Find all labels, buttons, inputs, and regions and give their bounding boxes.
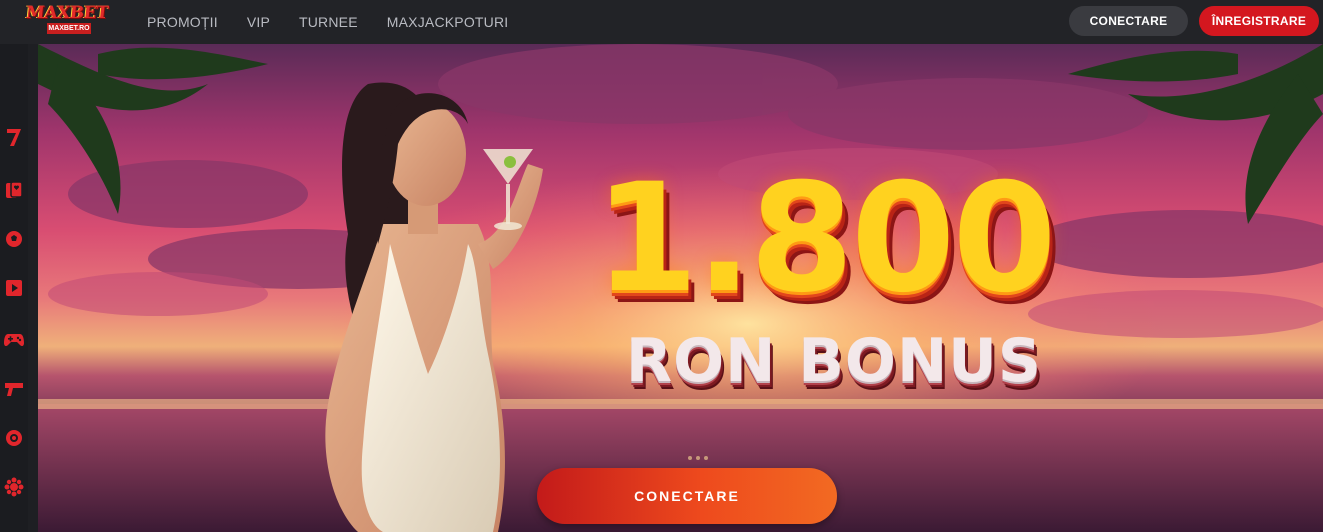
- register-button[interactable]: ÎNREGISTRARE: [1199, 6, 1319, 36]
- bonus-label: RON BONUS: [625, 326, 1043, 396]
- nav-vip[interactable]: VIP: [247, 14, 270, 30]
- bonus-amount: 1.800: [594, 152, 1056, 326]
- nav-promotii[interactable]: PROMOȚII: [147, 14, 218, 30]
- logo-text: MAXBET: [24, 3, 110, 23]
- nav-turnee[interactable]: TURNEE: [299, 14, 358, 30]
- category-sidebar: [0, 44, 28, 532]
- nav-maxjackpoturi[interactable]: MAXJACKPOTURI: [387, 14, 509, 30]
- login-button[interactable]: CONECTARE: [1069, 6, 1188, 36]
- seven-slot-icon[interactable]: [3, 126, 25, 148]
- hero-login-button[interactable]: CONECTARE: [537, 468, 837, 524]
- pistol-icon[interactable]: [3, 378, 25, 400]
- logo-subtext: MAXBET.RO: [47, 23, 91, 34]
- play-video-icon[interactable]: [3, 277, 25, 299]
- bonus-block: 1.800 RON BONUS: [564, 152, 1084, 396]
- cards-icon[interactable]: [3, 179, 25, 201]
- top-bar: MAXBET MAXBET.RO PROMOȚII VIP TURNEE MAX…: [0, 0, 1323, 44]
- main-nav: PROMOȚII VIP TURNEE MAXJACKPOTURI: [147, 14, 508, 30]
- lottery-ball-icon[interactable]: [3, 427, 25, 449]
- virus-flower-icon[interactable]: [3, 476, 25, 498]
- hero-banner[interactable]: 1.800 RON BONUS CONECTARE: [38, 44, 1323, 532]
- maxbet-logo[interactable]: MAXBET MAXBET.RO: [21, 3, 113, 37]
- football-icon[interactable]: [3, 228, 25, 250]
- gamepad-icon[interactable]: [3, 329, 25, 351]
